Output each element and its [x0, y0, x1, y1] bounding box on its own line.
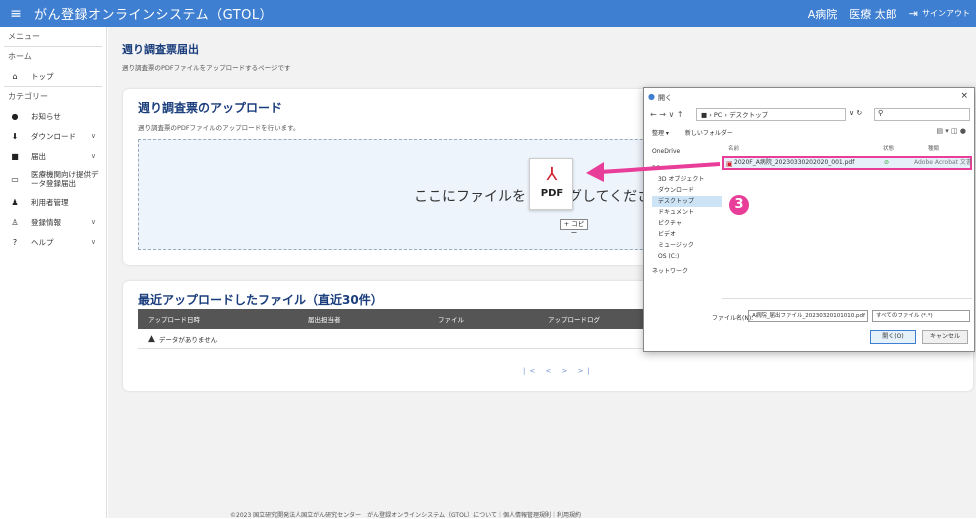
sidebar-menu-label: メニュー: [8, 32, 40, 41]
pdf-file-item[interactable]: ▣ 2020F_A病院_20230330202020_001.pdf ⊘ Ado…: [722, 156, 972, 170]
file-type-select[interactable]: すべてのファイル (*.*): [872, 310, 970, 322]
sidebar-item-provided-data[interactable]: ▭ 医療機関向け提供デ ータ登録届出: [0, 166, 106, 192]
column-header-upload-date: アップロード日時: [148, 316, 200, 324]
cancel-button[interactable]: キャンセル: [922, 330, 968, 344]
tree-item[interactable]: デスクトップ: [652, 196, 722, 207]
tree-item[interactable]: 3D オブジェクト: [652, 174, 722, 185]
tree-item[interactable]: ピクチャ: [652, 218, 722, 229]
navigation-arrows[interactable]: ← → ∨ ↑: [650, 110, 684, 119]
column-type[interactable]: 種類: [928, 144, 939, 152]
tree-item[interactable]: ネットワーク: [652, 266, 722, 277]
horizontal-scrollbar[interactable]: [722, 298, 972, 305]
page-title: 週り調査票届出: [122, 43, 199, 56]
sidebar-item-label: トップ: [31, 71, 54, 81]
app-header: ≡ がん登録オンラインシステム（GTOL） A病院 医療 太郎 ⇥ サインアウト: [0, 0, 976, 27]
sidebar-category-label: カテゴリー: [8, 92, 48, 101]
dialog-toolbar: 整理 ▾ 新しいフォルダー: [652, 128, 733, 137]
hospital-name: A病院: [807, 7, 838, 21]
search-input[interactable]: ⚲: [874, 108, 970, 121]
new-folder-button[interactable]: 新しいフォルダー: [685, 130, 733, 137]
download-icon: ⬇: [11, 131, 19, 141]
file-icon: ■: [11, 151, 19, 161]
chevron-down-icon: ∨: [90, 238, 96, 246]
open-button[interactable]: 開く(O): [870, 330, 916, 344]
sidebar-item-user-management[interactable]: ♟ 利用者管理: [0, 192, 106, 212]
close-icon[interactable]: ×: [960, 91, 968, 101]
tree-item[interactable]: ドキュメント: [652, 207, 722, 218]
sidebar-item-top[interactable]: ⌂ トップ: [0, 66, 106, 86]
column-name[interactable]: 名前: [728, 146, 739, 152]
chevron-down-icon: ∨: [90, 152, 96, 160]
view-options-icon[interactable]: ▤ ▾ ◫ ●: [936, 127, 966, 135]
tree-item[interactable]: ダウンロード: [652, 185, 722, 196]
no-data-text: データがありません: [158, 335, 218, 344]
user-name[interactable]: 医療 太郎: [849, 6, 897, 22]
tree-item[interactable]: PC: [652, 163, 722, 174]
app-title: がん登録オンラインシステム（GTOL）: [34, 8, 274, 23]
address-bar[interactable]: ■ › PC › デスクトップ: [696, 108, 846, 121]
tree-item[interactable]: ミュージック: [652, 240, 722, 251]
column-header-submitter: 届出担当者: [308, 316, 341, 324]
page-description: 週り調査票のPDFファイルをアップロードするページです: [122, 64, 291, 72]
upload-title: 週り調査票のアップロード: [138, 101, 283, 115]
warning-icon: ▲: [148, 333, 155, 344]
sidebar-item-label: ダウンロード: [31, 131, 76, 141]
sidebar-item-label: 利用者管理: [31, 197, 69, 207]
tree-item[interactable]: OneDrive: [652, 146, 722, 157]
sidebar-item-registration[interactable]: ♙ 登録情報 ∨: [0, 212, 106, 232]
recent-files-title: 最近アップロードしたファイル（直近30件）: [138, 293, 383, 307]
refresh-icon[interactable]: ∨ ↻: [849, 109, 862, 117]
help-icon: ?: [12, 237, 18, 247]
pdf-file-icon: ▣: [726, 160, 733, 168]
info-icon: ●: [11, 111, 19, 121]
sidebar-item-label: 登録情報: [31, 217, 61, 227]
dialog-app-icon: ●: [648, 92, 655, 101]
search-icon: ⚲: [878, 109, 884, 117]
file-open-dialog: ● 開く × ← → ∨ ↑ ■ › PC › デスクトップ ∨ ↻ ⚲ 整理 …: [643, 87, 975, 352]
tree-item[interactable]: OS (C:): [652, 251, 722, 262]
pdf-label: PDF: [540, 188, 564, 199]
chevron-down-icon: ∨: [90, 132, 96, 140]
pagination[interactable]: |< < > >|: [523, 367, 594, 375]
sidebar-item-label: 医療機関向け提供デ ータ登録届出: [31, 170, 99, 188]
file-drop-zone[interactable]: ここにファイルをドラッグしてください: [138, 139, 718, 250]
tree-item[interactable]: ビデオ: [652, 229, 722, 240]
file-name-input[interactable]: A病院_届出ファイル_20230320101010.pdf: [748, 310, 868, 322]
column-header-upload-log: アップロードログ: [548, 316, 600, 324]
folder-tree: OneDrive PC 3D オブジェクト ダウンロード デスクトップ ドキュメ…: [652, 146, 722, 306]
sidebar-item-news[interactable]: ● お知らせ: [0, 106, 106, 126]
column-header-file: ファイル: [438, 316, 464, 324]
sidebar-item-help[interactable]: ? ヘルプ ∨: [0, 232, 106, 252]
file-type-label: Adobe Acrobat 文書: [914, 159, 972, 166]
sync-status-icon: ⊘: [884, 159, 890, 166]
sidebar-item-label: ヘルプ: [31, 237, 54, 247]
dialog-title: 開く: [658, 94, 672, 102]
chevron-down-icon: ∨: [90, 218, 96, 226]
acrobat-logo-icon: ⅄: [546, 164, 558, 185]
sidebar: メニュー ホーム ⌂ トップ カテゴリー ● お知らせ ⬇ ダウンロード ∨ ■ 届出 ∨ …: [0, 27, 107, 518]
step-badge: 3: [729, 195, 749, 215]
user-settings-icon: ♙: [11, 217, 19, 227]
hamburger-menu-icon[interactable]: ≡: [4, 6, 28, 22]
file-name-label: 2020F_A病院_20230330202020_001.pdf: [734, 159, 855, 166]
signout-link[interactable]: サインアウト: [922, 8, 970, 19]
upload-description: 週り調査票のPDFファイルのアップロードを行います。: [138, 124, 300, 132]
sidebar-item-label: 届出: [31, 151, 46, 161]
file-list-header: 名前 状態 種類: [728, 144, 968, 152]
sidebar-item-download[interactable]: ⬇ ダウンロード ∨: [0, 126, 106, 146]
header-user-area: A病院 医療 太郎 ⇥ サインアウト: [796, 0, 970, 27]
sidebar-item-label: お知らせ: [31, 111, 61, 121]
column-status[interactable]: 状態: [883, 144, 894, 152]
dragged-pdf-file[interactable]: ⅄ PDF: [529, 158, 573, 210]
monitor-icon: ▭: [11, 174, 19, 184]
signout-icon[interactable]: ⇥: [909, 7, 918, 20]
sidebar-home-label: ホーム: [8, 52, 32, 61]
copy-cursor-tag: + コピー: [560, 219, 588, 237]
home-icon: ⌂: [12, 71, 18, 81]
users-icon: ♟: [11, 197, 19, 207]
organize-button[interactable]: 整理 ▾: [652, 130, 669, 137]
sidebar-item-submission[interactable]: ■ 届出 ∨: [0, 146, 106, 166]
